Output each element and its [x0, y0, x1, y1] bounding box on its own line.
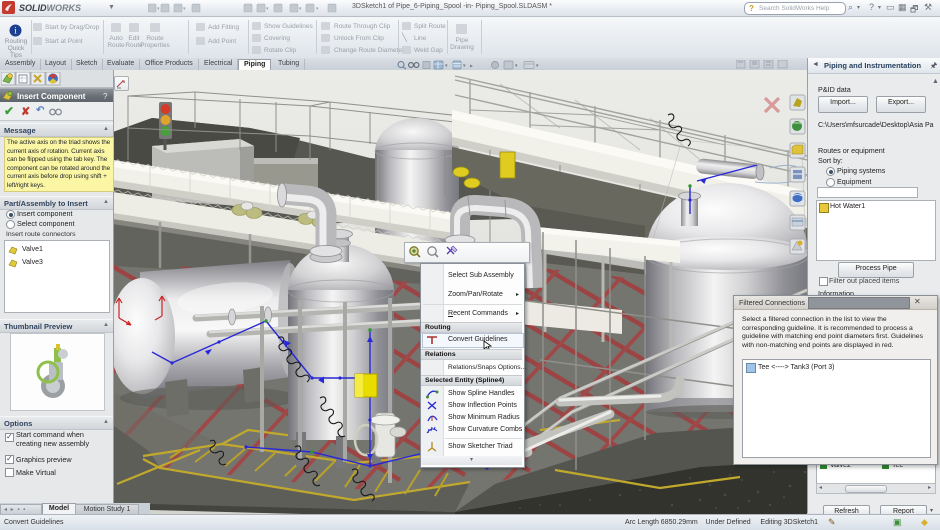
- svg-text:▾: ▾: [445, 63, 448, 69]
- svg-text:▾: ▾: [515, 63, 518, 69]
- svg-text:▾: ▾: [536, 63, 539, 69]
- svg-text:▾: ▾: [316, 6, 319, 12]
- svg-text:▾: ▾: [299, 6, 302, 12]
- svg-text:▾: ▾: [183, 6, 186, 12]
- svg-text:▾: ▾: [157, 6, 160, 12]
- svg-text:▾: ▾: [463, 63, 466, 69]
- svg-text:▾: ▾: [266, 6, 269, 12]
- svg-text:▸: ▸: [470, 64, 473, 70]
